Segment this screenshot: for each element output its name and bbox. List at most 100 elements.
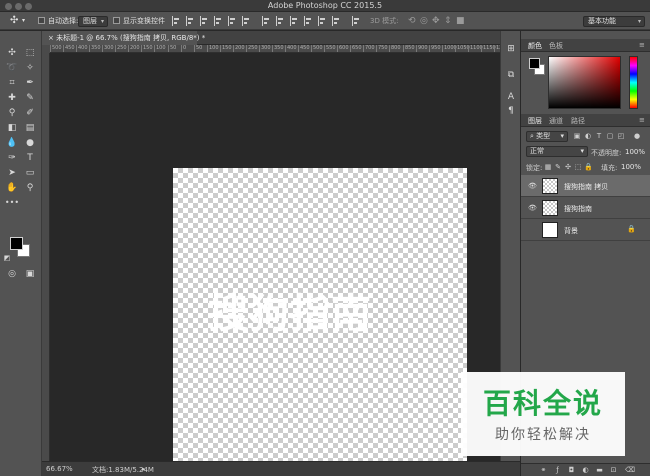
distribute-vcenter-icon[interactable] [276, 16, 285, 26]
clone-stamp-tool-icon[interactable]: ⚲ [4, 106, 20, 120]
filter-adjustment-icon[interactable]: ◐ [584, 132, 592, 140]
canvas-workspace[interactable]: 搜狗指南 [50, 53, 520, 461]
more-tools-icon[interactable]: ••• [4, 196, 20, 210]
status-arrow-icon[interactable]: ▸ [142, 465, 146, 473]
align-top-icon[interactable] [172, 16, 181, 26]
canvas-text-layer[interactable]: 搜狗指南 [208, 281, 372, 339]
tab-close-icon[interactable]: × [48, 34, 56, 42]
zoom-tool-icon[interactable]: ⚲ [22, 181, 38, 195]
tab-color[interactable]: 颜色 [528, 41, 542, 51]
new-group-icon[interactable]: ▬ [595, 466, 604, 475]
show-transform-checkbox[interactable] [113, 17, 120, 24]
filter-shape-icon[interactable]: ▢ [606, 132, 614, 140]
screen-mode-icon[interactable]: ▣ [22, 267, 38, 281]
document-tab[interactable]: × 未标题-1 @ 66.7% (搜狗指南 拷贝, RGB/8*) * [42, 31, 205, 45]
ruler-corner[interactable] [42, 45, 50, 53]
tool-preset-caret-icon[interactable]: ▾ [22, 15, 25, 27]
magic-wand-tool-icon[interactable]: ✧ [22, 61, 38, 75]
crop-tool-icon[interactable]: ⌗ [4, 76, 20, 90]
layer-row[interactable]: 👁 搜狗指南 [521, 197, 650, 219]
opacity-value[interactable]: 100% [625, 148, 645, 156]
properties-panel-icon[interactable]: ⧉ [505, 69, 517, 81]
filter-type-icon[interactable]: T [595, 132, 603, 140]
align-left-icon[interactable] [214, 16, 223, 26]
layer-row[interactable]: 背景 🔒 [521, 219, 650, 241]
hue-slider[interactable] [629, 56, 638, 109]
distribute-top-icon[interactable] [262, 16, 271, 26]
blend-mode-dropdown[interactable]: 正常 ▾ [526, 146, 588, 157]
marquee-tool-icon[interactable]: ⬚ [22, 46, 38, 60]
filter-smart-object-icon[interactable]: ◰ [617, 132, 625, 140]
color-picker-field[interactable] [548, 56, 621, 109]
layer-filter-dropdown[interactable]: ⌕ 类型 ▾ [526, 131, 568, 142]
auto-select-dropdown[interactable]: 图层 ▾ [78, 16, 108, 27]
blur-tool-icon[interactable]: 💧 [4, 136, 20, 150]
align-right-icon[interactable] [242, 16, 251, 26]
hand-tool-icon[interactable]: ✋ [4, 181, 20, 195]
move-tool-icon[interactable]: ✣ [4, 46, 20, 60]
lock-all-icon[interactable]: 🔒 [584, 163, 593, 171]
tab-paths[interactable]: 路径 [571, 116, 585, 126]
zoom-level[interactable]: 66.67% [46, 465, 73, 473]
rectangle-tool-icon[interactable]: ▭ [22, 166, 38, 180]
new-layer-icon[interactable]: ⊡ [609, 466, 618, 475]
workspace-dropdown[interactable]: 基本功能 ▾ [583, 16, 645, 27]
eye-icon[interactable]: 👁 [528, 182, 537, 190]
lock-pixels-icon[interactable]: ✎ [554, 163, 562, 171]
auto-select-checkbox[interactable] [38, 17, 45, 24]
distribute-left-icon[interactable] [304, 16, 313, 26]
align-bottom-icon[interactable] [200, 16, 209, 26]
eraser-tool-icon[interactable]: ◧ [4, 121, 20, 135]
distribute-bottom-icon[interactable] [290, 16, 299, 26]
filter-pixel-icon[interactable]: ▣ [573, 132, 581, 140]
3d-rotate-icon[interactable]: ⟲ [408, 15, 416, 27]
move-tool-icon[interactable]: ✣ [10, 15, 18, 27]
auto-align-icon[interactable] [352, 16, 361, 26]
lock-position-icon[interactable]: ✣ [564, 163, 572, 171]
pen-tool-icon[interactable]: ✑ [4, 151, 20, 165]
type-tool-icon[interactable]: T [22, 151, 38, 165]
eyedropper-tool-icon[interactable]: ✒ [22, 76, 38, 90]
watermark: 百科全说 助你轻松解决 [461, 372, 625, 456]
dodge-tool-icon[interactable]: ● [22, 136, 38, 150]
link-layers-icon[interactable]: ⚭ [539, 466, 548, 475]
default-colors-icon[interactable]: ◩ [3, 251, 11, 265]
paragraph-panel-icon[interactable]: ¶ [505, 105, 517, 117]
gradient-tool-icon[interactable]: ▤ [22, 121, 38, 135]
distribute-right-icon[interactable] [332, 16, 341, 26]
eye-icon[interactable]: 👁 [528, 204, 537, 212]
panel-menu-icon[interactable]: ≡ [639, 41, 645, 49]
history-brush-tool-icon[interactable]: ✐ [22, 106, 38, 120]
lock-artboard-icon[interactable]: ⬚ [574, 163, 582, 171]
vertical-ruler[interactable] [42, 53, 50, 461]
trash-icon[interactable]: ⌫ [625, 466, 635, 475]
tab-channels[interactable]: 通道 [549, 116, 563, 126]
layer-row[interactable]: 👁 搜狗指南 拷贝 [521, 175, 650, 197]
panel-menu-icon[interactable]: ≡ [639, 116, 645, 124]
filter-toggle-icon[interactable]: ● [633, 132, 641, 140]
3d-roll-icon[interactable]: ◎ [420, 15, 428, 27]
character-panel-icon[interactable]: A [505, 91, 517, 103]
path-selection-tool-icon[interactable]: ➤ [4, 166, 20, 180]
adjustment-layer-icon[interactable]: ◐ [581, 466, 590, 475]
brush-tool-icon[interactable]: ✎ [22, 91, 38, 105]
lock-transparency-icon[interactable]: ▦ [544, 163, 552, 171]
align-hcenter-icon[interactable] [228, 16, 237, 26]
layer-style-icon[interactable]: ƒ [553, 466, 562, 475]
tab-swatches[interactable]: 色板 [549, 41, 563, 51]
lasso-tool-icon[interactable]: ➰ [4, 61, 20, 75]
3d-drag-icon[interactable]: ✥ [432, 15, 440, 27]
healing-brush-tool-icon[interactable]: ✚ [4, 91, 20, 105]
tab-layers[interactable]: 图层 [528, 116, 542, 126]
foreground-color-swatch[interactable] [10, 237, 23, 250]
distribute-hcenter-icon[interactable] [318, 16, 327, 26]
horizontal-ruler[interactable]: 500 450 400 350 300 250 200 150 100 50 0 50 100 150 20… [50, 45, 520, 53]
fill-value[interactable]: 100% [621, 163, 641, 171]
color-panel-foreground-swatch[interactable] [529, 58, 540, 69]
history-panel-icon[interactable]: ⊞ [505, 43, 517, 55]
3d-scale-icon[interactable]: ■ [456, 15, 465, 27]
3d-slide-icon[interactable]: ⇕ [444, 15, 452, 27]
align-vcenter-icon[interactable] [186, 16, 195, 26]
quick-mask-icon[interactable]: ◎ [4, 267, 20, 281]
add-mask-icon[interactable]: ◘ [567, 466, 576, 475]
